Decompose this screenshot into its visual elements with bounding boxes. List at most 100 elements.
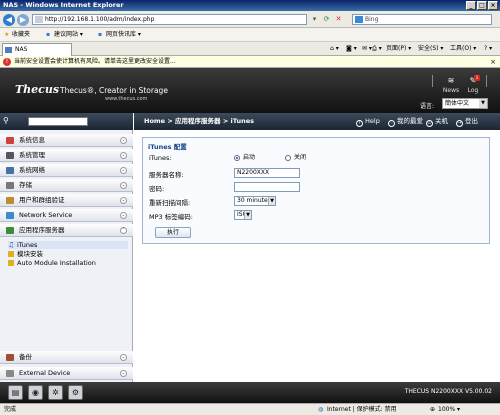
main-content: Home > 应用程序服务器 > iTunes ? Help ♡ 我的最爱 ⏻ 关机 …	[134, 113, 500, 382]
brand-url: www.thecus.com	[105, 96, 148, 102]
print-icon[interactable]: ⎙ ▾	[372, 42, 382, 56]
radio-selected-icon	[234, 155, 240, 161]
server-name-input[interactable]: N2200XXX	[234, 168, 300, 178]
settings-icon[interactable]: ⚙	[68, 385, 83, 400]
zoom-level[interactable]: 100% ▾	[438, 404, 460, 415]
divider	[432, 75, 433, 87]
mp3-encoding-select[interactable]: ISO ▼	[234, 210, 252, 220]
desktop-icon[interactable]: ▤	[8, 385, 23, 400]
shutdown-link[interactable]: ⏻ 关机	[426, 113, 448, 130]
radio-unselected-icon	[285, 155, 291, 161]
sidebar-subitem-auto-module-install[interactable]: Auto Module Installation	[8, 259, 96, 267]
zoom-icon: ⊕	[430, 406, 436, 413]
web-slice-link[interactable]: 网页快讯库 ▾	[106, 28, 141, 42]
status-bar: 完成 ◍ Internet | 保护模式: 禁用 ⊕ 100% ▾	[0, 403, 500, 415]
sidebar-item-backup[interactable]: 备份 ⌄	[0, 351, 133, 364]
app-footer: ▤ ◉ ✲ ⚙ THECUS N2200XXX V5.00.02	[0, 382, 500, 403]
sidebar-item-users-groups[interactable]: 用户和群组验证 ⌄	[0, 194, 133, 207]
tools-menu[interactable]: 工具(O) ▾	[450, 42, 476, 56]
language-select[interactable]: 簡体中文 ▼	[442, 98, 488, 109]
help-link[interactable]: ? Help	[356, 113, 380, 130]
sidebar-item-system-management[interactable]: 系统管理 ⌄	[0, 149, 133, 162]
news-button[interactable]: ≋ News	[440, 76, 462, 94]
search-icon: ⚲	[3, 116, 9, 125]
back-button[interactable]: ◀	[3, 14, 15, 26]
sidebar-subitem-module-install[interactable]: 模块安装	[8, 250, 43, 258]
logout-icon: →	[456, 120, 463, 127]
sidebar-item-external-device[interactable]: External Device ⌄	[0, 367, 133, 380]
sidebar-item-system-network[interactable]: 系统网络 ⌄	[0, 164, 133, 177]
refresh-icon[interactable]: ⟳	[322, 15, 331, 24]
suggested-sites-link[interactable]: 建议网站 ▾	[54, 28, 83, 42]
sidebar-item-network-service[interactable]: Network Service ⌄	[0, 209, 133, 222]
share-icon[interactable]: ✲	[48, 385, 63, 400]
disc-icon[interactable]: ◉	[28, 385, 43, 400]
tab-bar: NAS ⌂ ▾ ◙ ▾ ✉ ▾ ⎙ ▾ 页面(P) ▾ 安全(S) ▾ 工具(O…	[0, 42, 500, 56]
sidebar: ⚲ 系统信息 ⌄ 系统管理 ⌄ 系统网络 ⌄ 存储 ⌄ 用户和群组验证 ⌄ Ne…	[0, 113, 133, 382]
sidebar-item-app-server[interactable]: 应用程序服务器 ⌃	[0, 224, 133, 237]
apply-button[interactable]: 执行	[155, 227, 191, 238]
page-menu[interactable]: 页面(P) ▾	[386, 42, 411, 56]
sidebar-search-input[interactable]	[28, 117, 88, 126]
web-slice-icon: ▪	[98, 31, 103, 38]
favorites-link[interactable]: ♡ 我的最爱	[388, 113, 423, 130]
forward-button[interactable]: ▶	[17, 14, 29, 26]
close-window-button[interactable]: ×	[488, 1, 498, 10]
stop-icon[interactable]: ✕	[334, 15, 343, 24]
thecus-logo: Thecus	[15, 83, 60, 96]
version-label: THECUS N2200XXX V5.00.02	[404, 388, 492, 395]
maximize-button[interactable]: □	[477, 1, 487, 10]
security-zone[interactable]: Internet | 保护模式: 禁用	[327, 404, 397, 415]
chevron-down-icon: ▼	[479, 99, 487, 108]
logout-link[interactable]: → 登出	[456, 113, 478, 130]
mail-icon[interactable]: ✉ ▾	[362, 42, 372, 56]
tab-nas[interactable]: NAS	[2, 43, 72, 56]
sidebar-search: ⚲	[0, 113, 133, 130]
chevron-down-icon: ▼	[244, 211, 251, 219]
favorites-bar: ★ 收藏夹 ▪ 建议网站 ▾ ▪ 网页快讯库 ▾	[0, 28, 500, 42]
disable-radio[interactable]: 关闭	[285, 154, 306, 162]
safety-menu[interactable]: 安全(S) ▾	[418, 42, 443, 56]
suggested-sites-icon: ▪	[46, 31, 51, 38]
window-titlebar: NAS - Windows Internet Explorer _ □ ×	[0, 0, 500, 11]
enable-radio[interactable]: 启动	[234, 154, 255, 162]
url-input[interactable]: http://192.168.1.100/adm/index.php	[32, 14, 307, 25]
power-icon: ⏻	[426, 120, 433, 127]
external-device-icon	[6, 370, 14, 377]
minimize-button[interactable]: _	[466, 1, 476, 10]
rescan-interval-select[interactable]: 30 minutes ▼	[234, 196, 276, 206]
password-input[interactable]	[234, 182, 300, 192]
sidebar-item-storage[interactable]: 存储 ⌄	[0, 179, 133, 192]
sidebar-item-system-info[interactable]: 系统信息 ⌄	[0, 134, 133, 147]
log-button[interactable]: ✎ 1 Log	[462, 75, 484, 94]
music-note-icon: ♫	[8, 241, 15, 249]
rss-icon: ≋	[447, 76, 455, 85]
favorites-button[interactable]: 收藏夹	[12, 28, 30, 42]
users-icon	[6, 197, 14, 204]
heart-icon: ♡	[388, 120, 395, 127]
help-icon[interactable]: ? ▾	[484, 42, 492, 56]
feeds-icon[interactable]: ◙ ▾	[346, 42, 357, 56]
close-icon[interactable]: ×	[490, 56, 496, 68]
search-input[interactable]: Bing	[352, 14, 492, 25]
log-badge: 1	[474, 75, 480, 81]
home-icon[interactable]: ⌂ ▾	[330, 42, 339, 56]
brand-tagline: Thecus®, Creator in Storage	[60, 86, 168, 95]
sidebar-subitem-itunes[interactable]: ♫ iTunes	[8, 241, 128, 249]
dropdown-icon[interactable]: ▾	[310, 15, 319, 24]
chevron-up-icon: ⌃	[120, 227, 127, 234]
itunes-label: iTunes:	[149, 154, 172, 162]
chevron-down-icon: ⌄	[120, 167, 127, 174]
chevron-down-icon: ⌄	[120, 152, 127, 159]
backup-icon	[6, 354, 14, 361]
breadcrumb[interactable]: Home > 应用程序服务器 > iTunes	[144, 113, 254, 130]
content-header: Home > 应用程序服务器 > iTunes ? Help ♡ 我的最爱 ⏻ 关机 …	[134, 113, 500, 130]
security-info-bar[interactable]: ! 当前安全设置会使计算机有风险。请单击这里更改安全设置... ×	[0, 56, 500, 68]
storage-icon	[6, 182, 14, 189]
network-icon	[6, 167, 14, 174]
chevron-down-icon: ⌄	[120, 137, 127, 144]
rescan-interval-label: 重新扫描间隔:	[149, 199, 191, 207]
warning-icon: !	[3, 58, 11, 66]
globe-icon: ◍	[318, 406, 324, 413]
network-service-icon	[6, 212, 14, 219]
